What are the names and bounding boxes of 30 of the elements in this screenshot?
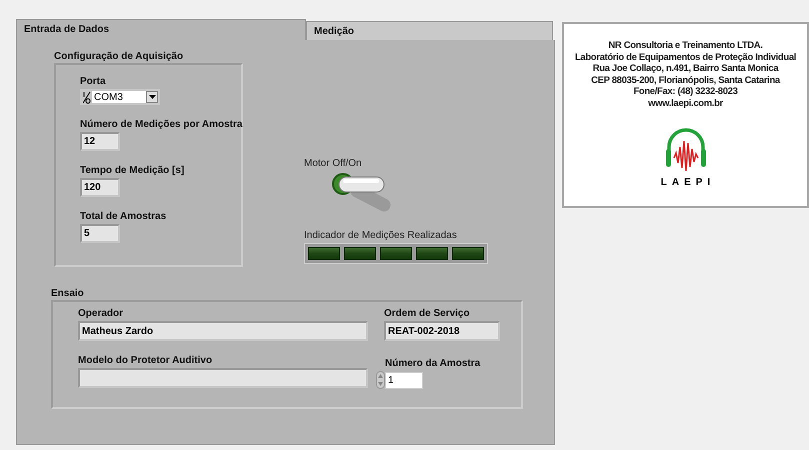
- group-title: Configuração de Aquisição: [54, 51, 184, 62]
- field-label: Número da Amostra: [385, 358, 482, 370]
- io-icon: [82, 91, 92, 103]
- info-text: www.laepi.com.br: [648, 98, 723, 109]
- logo-text: LAEPI: [660, 177, 716, 188]
- switch-label: Motor Off/On: [304, 158, 363, 170]
- info-text: Laboratório de Equipamentos de Proteção Individual: [574, 52, 796, 63]
- tab[interactable]: Entrada de Dados: [16, 19, 306, 40]
- text-field[interactable]: [78, 368, 368, 388]
- field-label: Total de Amostras: [80, 211, 168, 223]
- field-label: Tempo de Medição [s]: [80, 165, 186, 177]
- field-label: Operador: [78, 308, 124, 320]
- field-label: Porta: [80, 76, 107, 88]
- number-field[interactable]: 1: [385, 372, 423, 388]
- port-dropdown[interactable]: COM3: [80, 89, 160, 105]
- field-label: Modelo do Protetor Auditivo: [78, 355, 214, 367]
- field-label: Ordem de Serviço: [384, 308, 471, 320]
- text-field[interactable]: Matheus Zardo: [78, 321, 368, 341]
- number-field[interactable]: 5: [80, 224, 120, 243]
- field-label: Número de Medições por Amostra: [80, 119, 241, 131]
- number-field[interactable]: 120: [80, 178, 120, 197]
- indicator-label: Indicador de Medições Realizadas: [304, 230, 458, 242]
- number-field[interactable]: 12: [80, 132, 120, 151]
- text-field[interactable]: REAT-002-2018: [384, 321, 500, 341]
- info-text: CEP 88035-200, Florianópolis, Santa Catarina: [591, 74, 780, 86]
- tab[interactable]: Medição: [306, 21, 553, 40]
- info-text: Fone/Fax: (48) 3232-8023: [633, 86, 738, 98]
- info-text: NR Consultoria e Treinamento LTDA.: [608, 40, 763, 52]
- info-text: Rua Joe Collaço, n.491, Bairro Santa Monica: [592, 63, 778, 74]
- group-title: Ensaio: [51, 288, 85, 299]
